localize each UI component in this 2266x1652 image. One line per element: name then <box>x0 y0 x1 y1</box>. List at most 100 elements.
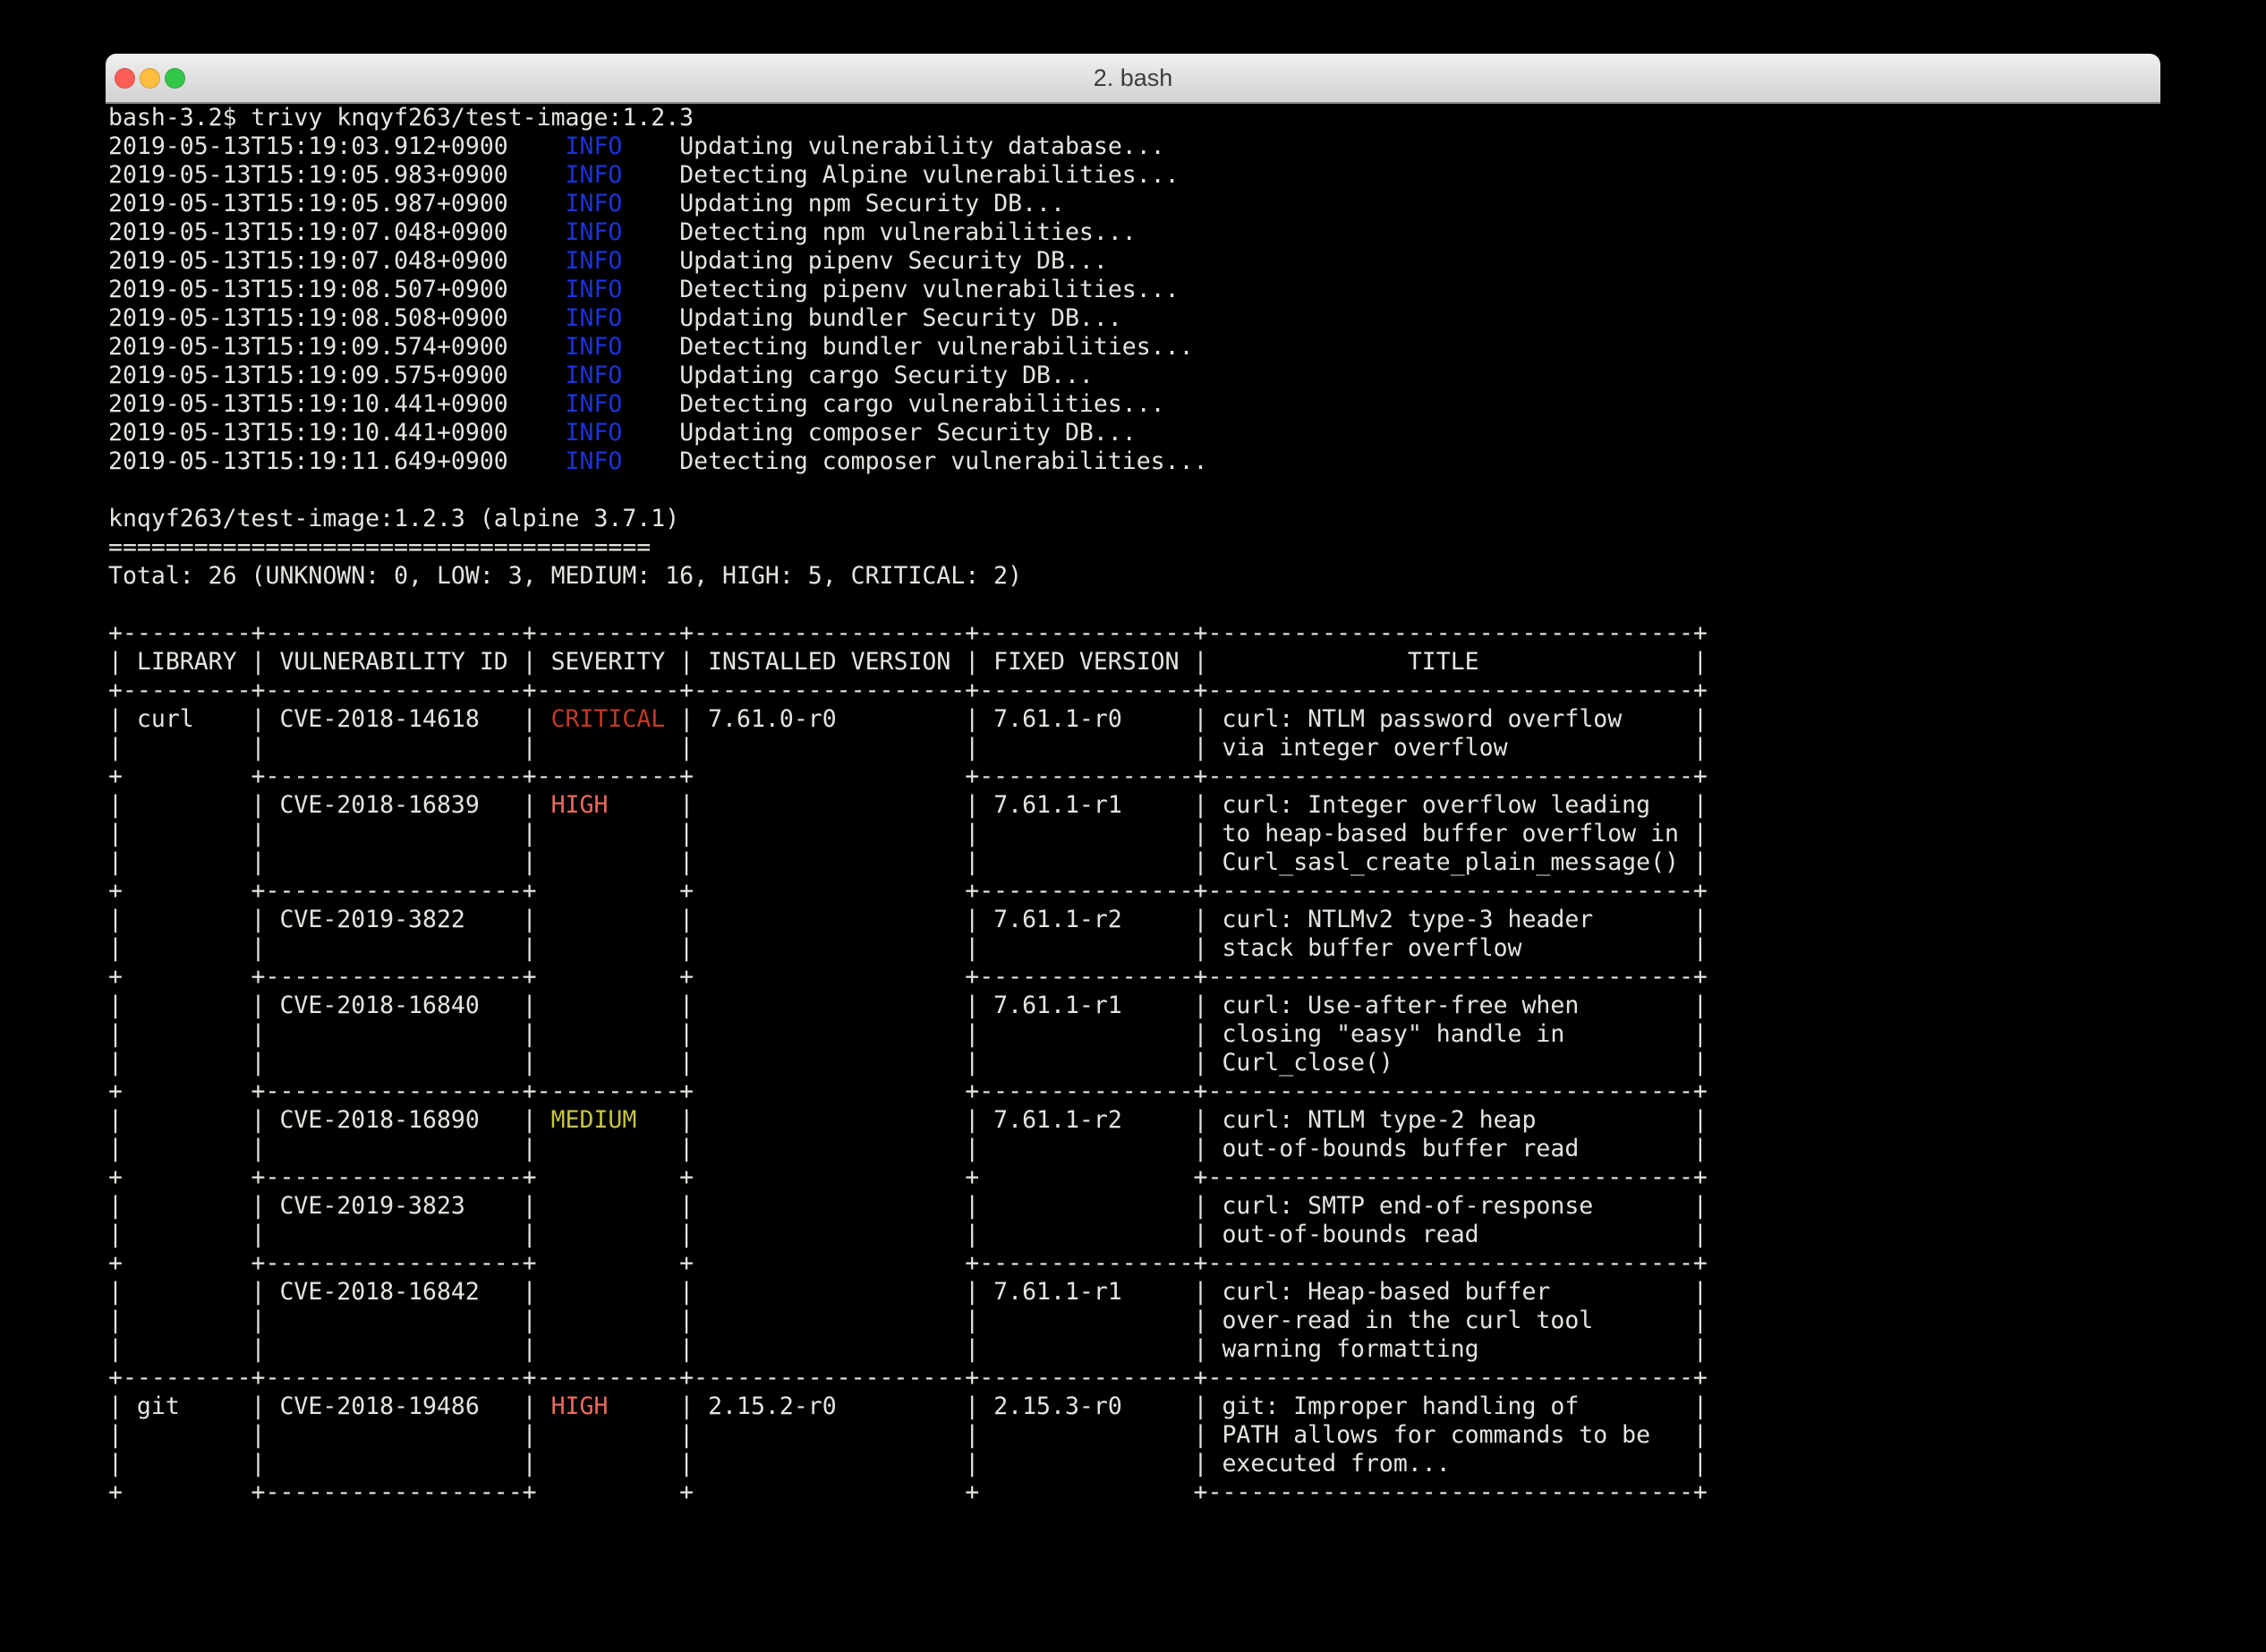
text-segment: Updating bundler Security DB... <box>622 304 1121 332</box>
text-segment: + +------------------+----------+ +-----… <box>108 1077 1708 1105</box>
text-segment: Detecting Alpine vulnerabilities... <box>622 161 1179 189</box>
terminal-line: + +------------------+ + + +------------… <box>108 1163 2160 1192</box>
terminal-line: 2019-05-13T15:19:10.441+0900 INFO Detect… <box>108 390 2160 419</box>
terminal-line: 2019-05-13T15:19:05.987+0900 INFO Updati… <box>108 190 2160 218</box>
terminal-line: + +------------------+ + +--------------… <box>108 1249 2160 1278</box>
text-segment: | curl | CVE-2018-14618 | <box>108 705 551 733</box>
terminal-line: ====================================== <box>108 533 2160 562</box>
window-titlebar[interactable]: 2. bash <box>106 54 2160 104</box>
text-segment: 2019-05-13T15:19:08.508+0900 <box>108 304 566 332</box>
terminal-line: | | CVE-2018-16842 | | | 7.61.1-r1 | cur… <box>108 1278 2160 1307</box>
text-segment: knqyf263/test-image:1.2.3 (alpine 3.7.1) <box>108 505 679 532</box>
text-segment: 2019-05-13T15:19:09.575+0900 <box>108 362 566 389</box>
text-segment: INFO <box>566 190 623 217</box>
terminal-output[interactable]: bash-3.2$ trivy knqyf263/test-image:1.2.… <box>108 104 2160 1613</box>
text-segment: | | | | | | executed from... | <box>108 1450 1708 1477</box>
text-segment: INFO <box>566 276 623 303</box>
text-segment: HIGH <box>551 1392 609 1420</box>
text-segment: + +------------------+ + +--------------… <box>108 1249 1708 1277</box>
text-segment: Detecting npm vulnerabilities... <box>622 218 1136 246</box>
text-segment: + +------------------+ + + +------------… <box>108 1163 1708 1191</box>
text-segment: | | | | | | warning formatting | <box>108 1335 1708 1363</box>
terminal-line: knqyf263/test-image:1.2.3 (alpine 3.7.1) <box>108 505 2160 533</box>
terminal-line: 2019-05-13T15:19:08.507+0900 INFO Detect… <box>108 276 2160 304</box>
text-segment: +---------+------------------+----------… <box>108 1364 1708 1392</box>
text-segment: INFO <box>566 390 623 418</box>
window-title: 2. bash <box>106 54 2160 102</box>
terminal-line <box>108 476 2160 505</box>
text-segment: | | | | | | to heap-based buffer overflo… <box>108 820 1708 847</box>
terminal-line: | | | | | | out-of-bounds read | <box>108 1221 2160 1249</box>
terminal-line: + +------------------+ + +--------------… <box>108 877 2160 906</box>
text-segment: 2019-05-13T15:19:10.441+0900 <box>108 390 566 418</box>
terminal-line: 2019-05-13T15:19:05.983+0900 INFO Detect… <box>108 161 2160 190</box>
text-segment: + +------------------+ + +--------------… <box>108 963 1708 991</box>
terminal-line: | | | | | | out-of-bounds buffer read | <box>108 1135 2160 1163</box>
terminal-line: 2019-05-13T15:19:09.574+0900 INFO Detect… <box>108 333 2160 362</box>
terminal-line: | | | | | | via integer overflow | <box>108 734 2160 762</box>
terminal-line: 2019-05-13T15:19:08.508+0900 INFO Updati… <box>108 304 2160 333</box>
terminal-line: 2019-05-13T15:19:10.441+0900 INFO Updati… <box>108 419 2160 447</box>
text-segment: Updating cargo Security DB... <box>622 362 1094 389</box>
text-segment: | | 7.61.1-r2 | curl: NTLM type-2 heap | <box>636 1106 1708 1134</box>
text-segment: 2019-05-13T15:19:11.649+0900 <box>108 447 566 475</box>
terminal-line: | | | | | | PATH allows for commands to … <box>108 1421 2160 1450</box>
terminal-line: 2019-05-13T15:19:07.048+0900 INFO Detect… <box>108 218 2160 247</box>
text-segment: | | CVE-2018-16839 | <box>108 791 551 819</box>
text-segment: 2019-05-13T15:19:10.441+0900 <box>108 419 566 447</box>
text-segment: bash-3.2$ trivy knqyf263/test-image:1.2.… <box>108 104 694 132</box>
text-segment: INFO <box>566 362 623 389</box>
text-segment: 2019-05-13T15:19:08.507+0900 <box>108 276 566 303</box>
terminal-line: | | | | | | to heap-based buffer overflo… <box>108 820 2160 848</box>
text-segment: 2019-05-13T15:19:07.048+0900 <box>108 247 566 275</box>
terminal-line: + +------------------+ + +--------------… <box>108 963 2160 992</box>
text-segment: | | CVE-2018-16840 | | | 7.61.1-r1 | cur… <box>108 992 1708 1019</box>
text-segment: | | | | | | PATH allows for commands to … <box>108 1421 1708 1449</box>
terminal-line: | | CVE-2019-3823 | | | | curl: SMTP end… <box>108 1192 2160 1221</box>
text-segment: Detecting cargo vulnerabilities... <box>622 390 1164 418</box>
terminal-line: | | | | | | stack buffer overflow | <box>108 934 2160 963</box>
text-segment: INFO <box>566 419 623 447</box>
text-segment: | | | | | | closing "easy" handle in | <box>108 1020 1708 1048</box>
text-segment: + +------------------+ + + +------------… <box>108 1478 1708 1506</box>
terminal-line: 2019-05-13T15:19:11.649+0900 INFO Detect… <box>108 447 2160 476</box>
terminal-line: | | | | | | executed from... | <box>108 1450 2160 1478</box>
text-segment: INFO <box>566 304 623 332</box>
terminal-line: | LIBRARY | VULNERABILITY ID | SEVERITY … <box>108 648 2160 677</box>
text-segment: Total: 26 (UNKNOWN: 0, LOW: 3, MEDIUM: 1… <box>108 562 1022 590</box>
text-segment: CRITICAL <box>551 705 666 733</box>
terminal-line: 2019-05-13T15:19:03.912+0900 INFO Updati… <box>108 132 2160 161</box>
text-segment: Detecting pipenv vulnerabilities... <box>622 276 1179 303</box>
text-segment: INFO <box>566 161 623 189</box>
terminal-line: Total: 26 (UNKNOWN: 0, LOW: 3, MEDIUM: 1… <box>108 562 2160 591</box>
text-segment: INFO <box>566 447 623 475</box>
text-segment: | | | | | | via integer overflow | <box>108 734 1708 762</box>
terminal-line: 2019-05-13T15:19:09.575+0900 INFO Updati… <box>108 362 2160 390</box>
text-segment: Detecting composer vulnerabilities... <box>622 447 1207 475</box>
text-segment: + +------------------+ + +--------------… <box>108 877 1708 905</box>
terminal-line: | | | | | | closing "easy" handle in | <box>108 1020 2160 1049</box>
text-segment: | | CVE-2018-16890 | <box>108 1106 551 1134</box>
terminal-line: +---------+------------------+----------… <box>108 677 2160 705</box>
text-segment: 2019-05-13T15:19:03.912+0900 <box>108 132 566 160</box>
text-segment: | | | | | | Curl_close() | <box>108 1049 1708 1077</box>
text-segment: | 2.15.2-r0 | 2.15.3-r0 | git: Improper … <box>608 1392 1708 1420</box>
terminal-line: | | CVE-2018-16840 | | | 7.61.1-r1 | cur… <box>108 992 2160 1020</box>
text-segment: Updating npm Security DB... <box>622 190 1065 217</box>
text-segment: INFO <box>566 132 623 160</box>
text-segment: INFO <box>566 333 623 361</box>
terminal-line: | | | | | | warning formatting | <box>108 1335 2160 1364</box>
terminal-line: | | | | | | over-read in the curl tool | <box>108 1307 2160 1335</box>
text-segment: HIGH <box>551 791 609 819</box>
text-segment: | LIBRARY | VULNERABILITY ID | SEVERITY … <box>108 648 1708 676</box>
text-segment: Detecting bundler vulnerabilities... <box>622 333 1193 361</box>
terminal-line: | curl | CVE-2018-14618 | CRITICAL | 7.6… <box>108 705 2160 734</box>
terminal-line: + +------------------+ + + +------------… <box>108 1478 2160 1507</box>
terminal-window: 2. bash bash-3.2$ trivy knqyf263/test-im… <box>106 54 2160 1613</box>
text-segment: +---------+------------------+----------… <box>108 677 1708 704</box>
text-segment: | | 7.61.1-r1 | curl: Integer overflow l… <box>608 791 1708 819</box>
terminal-line: bash-3.2$ trivy knqyf263/test-image:1.2.… <box>108 104 2160 132</box>
terminal-line: | | | | | | Curl_sasl_create_plain_messa… <box>108 848 2160 877</box>
terminal-line: +---------+------------------+----------… <box>108 1364 2160 1392</box>
text-segment: 2019-05-13T15:19:05.983+0900 <box>108 161 566 189</box>
